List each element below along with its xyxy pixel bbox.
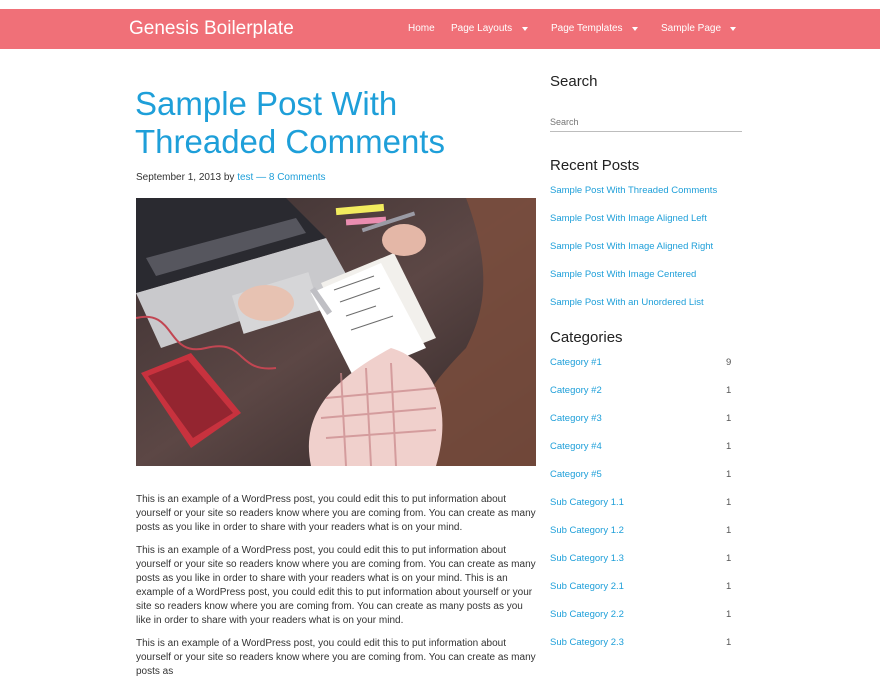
category-count: 1 bbox=[726, 413, 732, 424]
post-paragraph: This is an example of a WordPress post, … bbox=[136, 494, 536, 533]
category-count: 1 bbox=[726, 581, 732, 592]
site-header: Genesis Boilerplate Home Page Layouts Pa… bbox=[0, 9, 880, 49]
search-widget-title: Search bbox=[550, 73, 598, 90]
nav-item-page-templates[interactable]: Page Templates bbox=[551, 23, 623, 35]
category-link[interactable]: Category #5 bbox=[550, 469, 602, 480]
category-link[interactable]: Sub Category 2.2 bbox=[550, 609, 624, 620]
post-title[interactable]: Sample Post With Threaded Comments bbox=[135, 85, 545, 161]
post-paragraph: This is an example of a WordPress post, … bbox=[136, 545, 536, 626]
site-title[interactable]: Genesis Boilerplate bbox=[129, 18, 294, 40]
category-count: 9 bbox=[726, 357, 732, 368]
categories-title: Categories bbox=[550, 329, 623, 346]
nav-item-home[interactable]: Home bbox=[408, 23, 435, 35]
chevron-down-icon[interactable] bbox=[522, 27, 528, 31]
meta-separator: — bbox=[256, 172, 267, 183]
post-by: by bbox=[223, 172, 235, 183]
category-count: 1 bbox=[726, 525, 732, 536]
category-count: 1 bbox=[726, 441, 732, 452]
recent-posts-title: Recent Posts bbox=[550, 157, 640, 174]
category-link[interactable]: Sub Category 1.3 bbox=[550, 553, 624, 564]
nav-item-page-layouts[interactable]: Page Layouts bbox=[451, 23, 512, 35]
post-author-link[interactable]: test bbox=[237, 172, 253, 183]
category-link[interactable]: Category #1 bbox=[550, 357, 602, 368]
post-date: September 1, 2013 bbox=[136, 172, 222, 183]
category-link[interactable]: Sub Category 1.1 bbox=[550, 497, 624, 508]
post-meta: September 1, 2013 by test — 8 Comments bbox=[136, 172, 326, 183]
chevron-down-icon[interactable] bbox=[730, 27, 736, 31]
category-count: 1 bbox=[726, 553, 732, 564]
category-count: 1 bbox=[726, 497, 732, 508]
category-link[interactable]: Sub Category 2.3 bbox=[550, 637, 624, 648]
category-count: 1 bbox=[726, 637, 732, 648]
category-count: 1 bbox=[726, 609, 732, 620]
category-link[interactable]: Sub Category 2.1 bbox=[550, 581, 624, 592]
category-count: 1 bbox=[726, 385, 732, 396]
category-link[interactable]: Category #2 bbox=[550, 385, 602, 396]
category-link[interactable]: Category #4 bbox=[550, 441, 602, 452]
category-count: 1 bbox=[726, 469, 732, 480]
featured-image bbox=[136, 198, 536, 466]
laptop-desk-photo bbox=[136, 198, 536, 466]
category-link[interactable]: Sub Category 1.2 bbox=[550, 525, 624, 536]
post-comments-link[interactable]: 8 Comments bbox=[269, 172, 326, 183]
chevron-down-icon[interactable] bbox=[632, 27, 638, 31]
recent-post-link[interactable]: Sample Post With Image Centered bbox=[550, 269, 696, 280]
recent-post-link[interactable]: Sample Post With Threaded Comments bbox=[550, 185, 717, 196]
nav-item-sample-page[interactable]: Sample Page bbox=[661, 23, 721, 35]
recent-post-link[interactable]: Sample Post With Image Aligned Left bbox=[550, 213, 707, 224]
recent-post-link[interactable]: Sample Post With Image Aligned Right bbox=[550, 241, 713, 252]
post-paragraph: This is an example of a WordPress post, … bbox=[136, 638, 536, 677]
category-link[interactable]: Category #3 bbox=[550, 413, 602, 424]
recent-post-link[interactable]: Sample Post With an Unordered List bbox=[550, 297, 704, 308]
search-input[interactable] bbox=[550, 113, 742, 132]
